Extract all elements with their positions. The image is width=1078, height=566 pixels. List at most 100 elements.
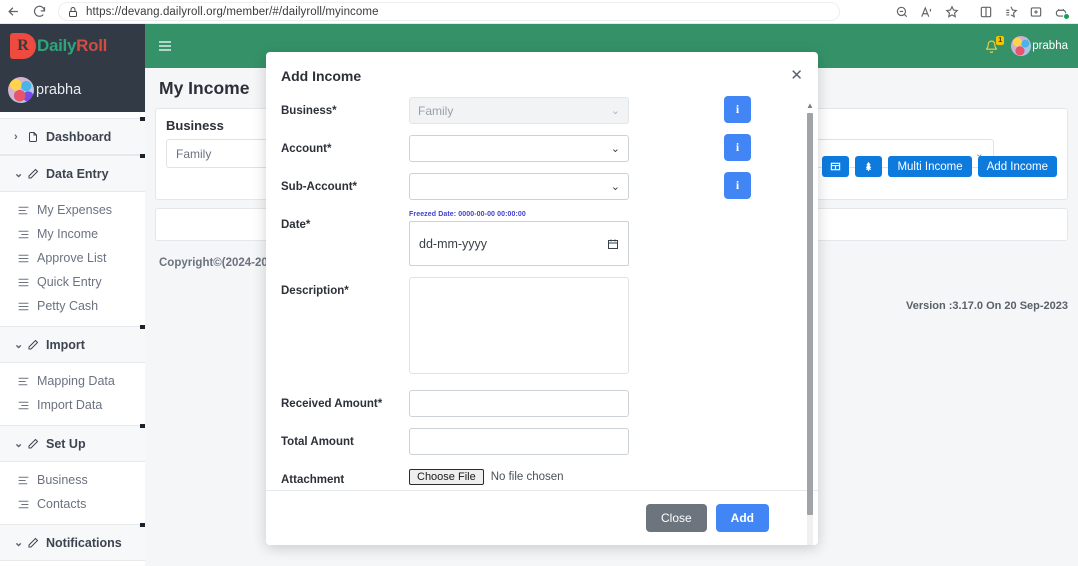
grid-button[interactable]: [822, 156, 849, 177]
sidebar-item-label: Approve List: [37, 251, 106, 265]
file-status-text: No file chosen: [491, 471, 564, 483]
field-total-amount: Total Amount: [281, 428, 800, 455]
pencil-icon: [27, 339, 46, 351]
field-label: Total Amount: [281, 428, 409, 455]
date-input[interactable]: dd-mm-yyyy: [409, 221, 629, 266]
list-icon: [17, 276, 37, 289]
total-amount-input[interactable]: [409, 428, 629, 455]
chevron-down-icon: ⌄: [14, 437, 27, 450]
screen: https://devang.dailyroll.org/member/#/da…: [0, 0, 1078, 566]
received-amount-input[interactable]: [409, 390, 629, 417]
field-label: Sub-Account*: [281, 173, 409, 200]
business-info-button[interactable]: i: [724, 96, 751, 123]
sidebar-user-name: prabha: [36, 82, 81, 98]
sidebar-item-label: Import Data: [37, 398, 102, 412]
field-sub-account: Sub-Account* ⌄ i: [281, 173, 800, 200]
sidebar-group-set-up[interactable]: ⌄ Set Up: [0, 425, 145, 462]
sidebar-item-my-expenses[interactable]: My Expenses: [0, 198, 145, 222]
list-icon: [17, 498, 37, 511]
version-text: Version :3.17.0 On 20 Sep-2023: [906, 300, 1068, 312]
sidebar-item-approve-list[interactable]: Approve List: [0, 246, 145, 270]
chevron-down-icon: ⌄: [14, 338, 27, 351]
browser-toolbar-icons: [889, 1, 1078, 23]
list-icon: [17, 399, 37, 412]
description-textarea[interactable]: [409, 277, 629, 374]
address-bar[interactable]: https://devang.dailyroll.org/member/#/da…: [58, 2, 840, 21]
account-info-button[interactable]: i: [724, 134, 751, 161]
favorite-star-icon[interactable]: [939, 1, 964, 23]
field-business: Business* ⌄ i: [281, 97, 800, 124]
collections-icon[interactable]: [998, 1, 1023, 23]
list-icon: [17, 252, 37, 265]
zoom-out-icon[interactable]: [889, 1, 914, 23]
add-income-button[interactable]: Add Income: [978, 156, 1057, 177]
sidebar-item-business[interactable]: Business: [0, 468, 145, 492]
sidebar-group-label: Data Entry: [46, 167, 109, 181]
sidebar-item-mapping-data[interactable]: Mapping Data: [0, 369, 145, 393]
sidebar-item-label: Contacts: [37, 497, 86, 511]
modal-footer: Close Add: [266, 490, 818, 545]
back-button[interactable]: [0, 1, 26, 23]
multi-income-button[interactable]: Multi Income: [888, 156, 971, 177]
notification-bell[interactable]: 1: [980, 40, 1002, 53]
sidebar-item-my-income[interactable]: My Income: [0, 222, 145, 246]
field-attachment: Attachment Choose File No file chosen: [281, 466, 800, 488]
extensions-icon[interactable]: [1048, 1, 1073, 23]
add-button[interactable]: Add: [716, 504, 769, 532]
sidebar-group-label: Set Up: [46, 437, 86, 451]
list-icon: [17, 300, 37, 313]
sidebar: R DailyRoll prabha › Dashboard ⌄: [0, 24, 145, 566]
sidebar-item-petty-cash[interactable]: Petty Cash: [0, 294, 145, 318]
date-placeholder: dd-mm-yyyy: [419, 237, 487, 251]
scrollbar-thumb[interactable]: [807, 113, 813, 515]
reload-button[interactable]: [26, 1, 52, 23]
browser-essentials-icon[interactable]: [1023, 1, 1048, 23]
list-icon: [17, 474, 37, 487]
sidebar-item-contacts[interactable]: Contacts: [0, 492, 145, 516]
topbar-avatar: [1011, 36, 1031, 56]
hamburger-icon[interactable]: [145, 38, 185, 54]
list-icon: [17, 204, 37, 217]
pencil-icon: [27, 168, 46, 180]
sidebar-group-label: Dashboard: [46, 130, 111, 144]
close-icon[interactable]: ✕: [790, 68, 803, 83]
extensions-status-dot: [1063, 13, 1070, 20]
field-label: Description*: [281, 277, 409, 379]
add-income-modal: Add Income ✕ Business* ⌄ i Account*: [266, 52, 818, 545]
brand-logo[interactable]: R DailyRoll: [0, 24, 145, 68]
field-received-amount: Received Amount*: [281, 390, 800, 417]
sidebar-item-label: Quick Entry: [37, 275, 102, 289]
sidebar-group-notifications[interactable]: ⌄ Notifications: [0, 524, 145, 561]
sidebar-user[interactable]: prabha: [0, 68, 145, 112]
sidebar-item-label: My Expenses: [37, 203, 112, 217]
split-screen-icon[interactable]: [973, 1, 998, 23]
sidebar-item-quick-entry[interactable]: Quick Entry: [0, 270, 145, 294]
sidebar-group-data-entry[interactable]: ⌄ Data Entry: [0, 155, 145, 192]
modal-scrollbar[interactable]: ▲ ▼: [805, 102, 815, 545]
field-label: Date*: [281, 211, 409, 266]
sidebar-group-label: Notifications: [46, 536, 122, 550]
sidebar-group-import[interactable]: ⌄ Import: [0, 326, 145, 363]
file-icon: [27, 131, 46, 143]
tree-button[interactable]: [855, 156, 882, 177]
close-button[interactable]: Close: [646, 504, 707, 532]
sub-account-select[interactable]: [409, 173, 629, 200]
account-select[interactable]: [409, 135, 629, 162]
choose-file-button[interactable]: Choose File: [409, 469, 484, 485]
sub-account-info-button[interactable]: i: [724, 172, 751, 199]
pencil-icon: [27, 438, 46, 450]
action-buttons: Multi Income Add Income: [789, 156, 1057, 177]
sidebar-item-import-data[interactable]: Import Data: [0, 393, 145, 417]
modal-body: Business* ⌄ i Account* ⌄ i: [266, 97, 818, 517]
avatar: [8, 77, 34, 103]
calendar-icon[interactable]: [607, 238, 619, 250]
scroll-up-arrow-icon[interactable]: ▲: [806, 102, 814, 110]
tree-icon: [863, 161, 874, 172]
business-select[interactable]: [409, 97, 629, 124]
notification-badge: 1: [996, 36, 1004, 45]
modal-header: Add Income ✕: [266, 52, 818, 97]
read-aloud-icon[interactable]: [914, 1, 939, 23]
chevron-down-icon: ⌄: [14, 536, 27, 549]
topbar-user-menu[interactable]: prabha: [1011, 36, 1068, 56]
sidebar-group-dashboard[interactable]: › Dashboard: [0, 118, 145, 155]
